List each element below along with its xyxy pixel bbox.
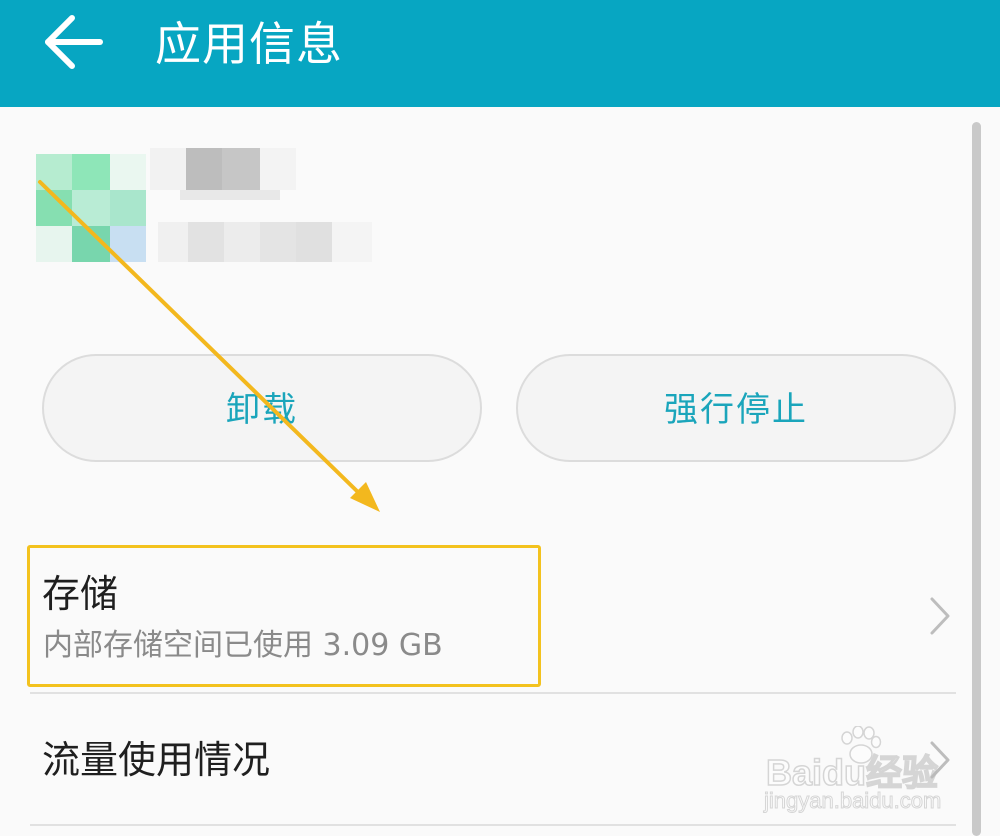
scrollbar[interactable] [972,122,981,836]
force-stop-button[interactable]: 强行停止 [516,354,956,462]
list-item-storage[interactable] [0,545,970,691]
divider [30,824,956,826]
storage-subtitle: 内部存储空间已使用 3.09 GB [43,628,443,663]
chevron-right-icon [930,741,950,779]
storage-title: 存储 [42,572,119,616]
arrow-left-icon [45,15,103,69]
uninstall-button[interactable]: 卸载 [42,354,482,462]
app-bar: 应用信息 [0,0,1000,107]
back-button[interactable] [34,10,114,74]
data-usage-title: 流量使用情况 [42,738,271,782]
chevron-right-icon [930,597,950,635]
app-name-obscured [150,148,296,200]
app-version-obscured [158,222,372,262]
app-icon [34,154,146,262]
page-title: 应用信息 [155,17,343,71]
